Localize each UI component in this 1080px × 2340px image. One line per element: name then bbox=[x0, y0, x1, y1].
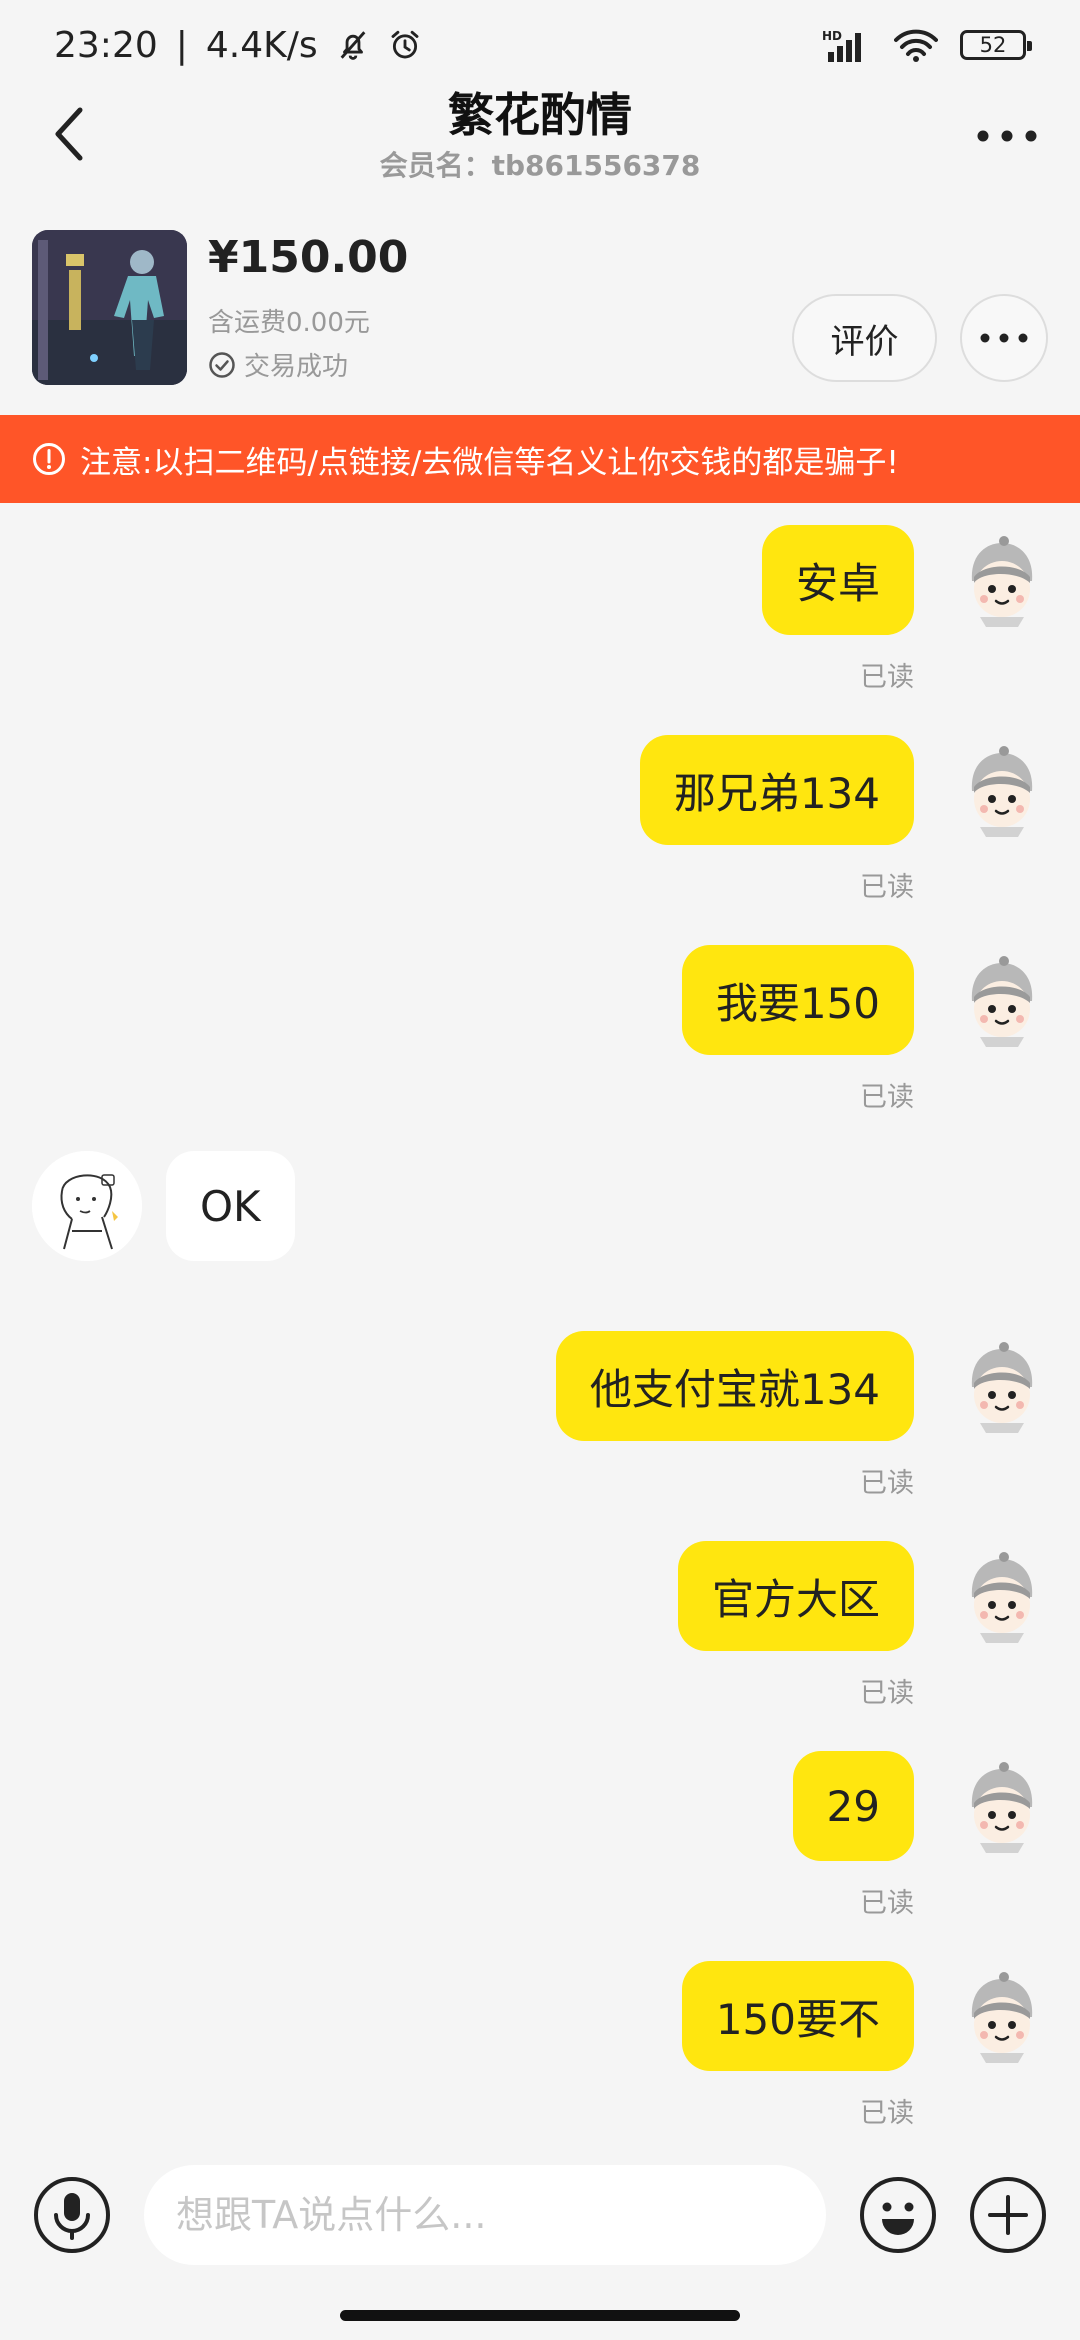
message-bubble[interactable]: 150要不 bbox=[681, 1961, 914, 2071]
status-right: HD 52 bbox=[822, 28, 1032, 62]
message-outgoing: 官方大区 已读 bbox=[0, 1541, 1080, 1709]
title-area: 繁花酌情 会员名：tb861556378 bbox=[0, 82, 1080, 184]
message-bubble[interactable]: 他支付宝就134 bbox=[555, 1331, 914, 1441]
message-text: 他支付宝就134 bbox=[589, 1364, 880, 1414]
trade-status: 交易成功 bbox=[208, 346, 348, 383]
page-title: 繁花酌情 bbox=[448, 88, 632, 142]
wifi-icon bbox=[894, 29, 938, 62]
sketch-avatar-icon bbox=[32, 1151, 142, 1261]
more-icon bbox=[980, 333, 1028, 343]
status-bar: 23:20 | 4.4K/s HD 52 bbox=[0, 0, 1080, 90]
plus-icon bbox=[970, 2177, 1046, 2253]
read-status: 已读 bbox=[860, 1888, 914, 1919]
cartoon-avatar-icon bbox=[971, 1342, 1033, 1433]
member-name: 会员名：tb861556378 bbox=[379, 149, 701, 182]
message-outgoing: 那兄弟134 已读 bbox=[0, 735, 1080, 903]
read-status: 已读 bbox=[860, 1082, 914, 1113]
message-text: 150要不 bbox=[715, 1994, 880, 2044]
alarm-icon bbox=[391, 30, 419, 59]
message-input[interactable] bbox=[144, 2165, 826, 2265]
message-bubble[interactable]: 那兄弟134 bbox=[639, 735, 914, 845]
cartoon-avatar-icon bbox=[971, 1762, 1033, 1853]
input-bar bbox=[0, 2150, 1080, 2280]
avatar[interactable] bbox=[954, 1759, 1050, 1855]
trade-status-text: 交易成功 bbox=[244, 352, 349, 382]
product-card[interactable]: ¥150.00 含运费0.00元 交易成功 评价 bbox=[0, 210, 1080, 415]
mute-bell-icon bbox=[340, 31, 366, 60]
warning-banner: 注意:以扫二维码/点链接/去微信等名义让你交钱的都是骗子! bbox=[0, 415, 1080, 503]
message-text: OK bbox=[200, 1181, 261, 1231]
message-text: 我要150 bbox=[715, 978, 880, 1028]
product-thumbnail[interactable] bbox=[32, 230, 187, 385]
message-bubble[interactable]: 我要150 bbox=[681, 945, 914, 1055]
message-outgoing: 他支付宝就134 已读 bbox=[0, 1331, 1080, 1499]
more-icon bbox=[977, 130, 1037, 142]
battery-indicator: 52 bbox=[960, 30, 1032, 60]
read-status: 已读 bbox=[860, 1678, 914, 1709]
avatar[interactable] bbox=[32, 1151, 142, 1261]
avatar[interactable] bbox=[954, 953, 1050, 1049]
cartoon-avatar-icon bbox=[971, 746, 1033, 837]
read-status: 已读 bbox=[860, 872, 914, 903]
status-divider: | bbox=[175, 24, 188, 66]
avatar[interactable] bbox=[954, 743, 1050, 839]
microphone-icon bbox=[34, 2177, 110, 2253]
rate-button-label: 评价 bbox=[830, 321, 899, 362]
message-text: 安卓 bbox=[795, 558, 880, 608]
avatar[interactable] bbox=[954, 1549, 1050, 1645]
message-bubble[interactable]: OK bbox=[166, 1151, 295, 1261]
emoji-icon bbox=[860, 2177, 936, 2253]
chat-screen: 23:20 | 4.4K/s HD 52 繁花酌情 会员名：tb86155637… bbox=[0, 0, 1080, 2340]
message-text: 29 bbox=[826, 1781, 880, 1831]
message-outgoing: 我要150 已读 bbox=[0, 945, 1080, 1113]
cartoon-avatar-icon bbox=[971, 956, 1033, 1047]
home-indicator[interactable] bbox=[340, 2310, 740, 2321]
status-net-speed: 4.4K/s bbox=[205, 24, 318, 66]
message-bubble[interactable]: 29 bbox=[792, 1751, 914, 1861]
signal-label: HD bbox=[822, 29, 842, 43]
status-time: 23:20 bbox=[54, 24, 158, 66]
more-button[interactable] bbox=[972, 116, 1042, 156]
message-text: 那兄弟134 bbox=[673, 768, 880, 818]
message-text: 官方大区 bbox=[711, 1574, 880, 1624]
cartoon-avatar-icon bbox=[971, 1552, 1033, 1643]
message-outgoing: 安卓 已读 bbox=[0, 525, 1080, 693]
read-status: 已读 bbox=[860, 1468, 914, 1499]
cartoon-avatar-icon bbox=[971, 1972, 1033, 2063]
voice-button[interactable] bbox=[32, 2175, 112, 2255]
message-bubble[interactable]: 官方大区 bbox=[677, 1541, 914, 1651]
status-left: 23:20 | 4.4K/s bbox=[54, 25, 422, 66]
read-status: 已读 bbox=[860, 2098, 914, 2129]
plus-button[interactable] bbox=[968, 2175, 1048, 2255]
alert-icon bbox=[33, 443, 65, 475]
read-status: 已读 bbox=[860, 662, 914, 693]
signal-icon: HD bbox=[822, 29, 861, 62]
product-image bbox=[32, 230, 187, 385]
shipping-fee: 含运费0.00元 bbox=[208, 308, 370, 338]
warning-text: 注意:以扫二维码/点链接/去微信等名义让你交钱的都是骗子! bbox=[80, 444, 899, 481]
message-bubble[interactable]: 安卓 bbox=[761, 525, 914, 635]
battery-level: 52 bbox=[979, 33, 1007, 57]
avatar[interactable] bbox=[954, 1339, 1050, 1435]
chat-header: 繁花酌情 会员名：tb861556378 bbox=[0, 82, 1080, 192]
message-incoming: OK bbox=[0, 1151, 1080, 1271]
avatar[interactable] bbox=[954, 533, 1050, 629]
cartoon-avatar-icon bbox=[971, 536, 1033, 627]
check-circle-icon bbox=[209, 351, 235, 378]
message-outgoing: 150要不 已读 bbox=[0, 1961, 1080, 2129]
product-price: ¥150.00 bbox=[208, 232, 409, 283]
message-list: 安卓 已读 那兄弟134 已读 我要150 已读 OK 他支付宝就134 已读 … bbox=[0, 503, 1080, 2133]
rate-button[interactable]: 评价 bbox=[792, 294, 937, 382]
product-more-button[interactable] bbox=[960, 294, 1048, 382]
message-outgoing: 29 已读 bbox=[0, 1751, 1080, 1919]
avatar[interactable] bbox=[954, 1969, 1050, 2065]
emoji-button[interactable] bbox=[858, 2175, 938, 2255]
